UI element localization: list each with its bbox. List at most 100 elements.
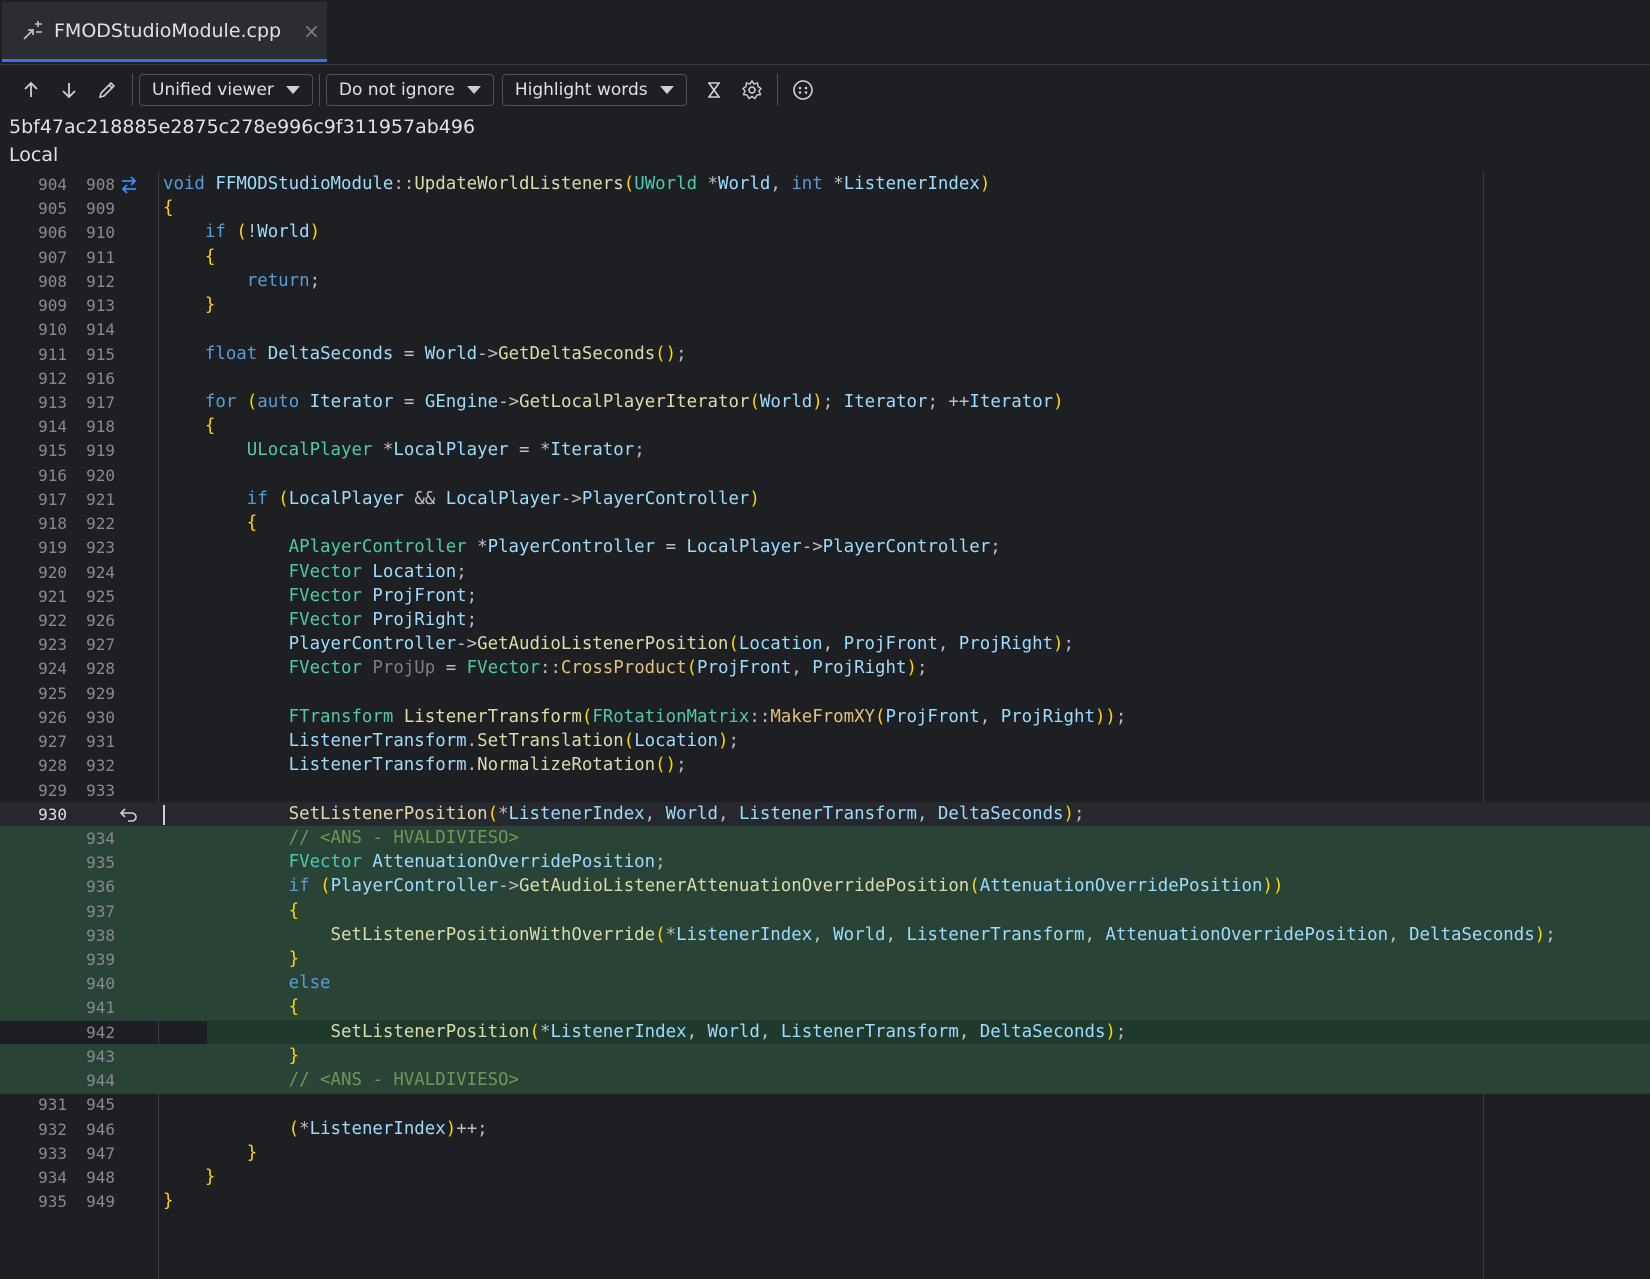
code-line[interactable]: 906 910 if (!World) [0, 220, 1650, 246]
right-line-number: 930 [86, 707, 115, 727]
code-line[interactable]: 941 { [0, 995, 1650, 1021]
code-line[interactable]: 920 924 FVector Location; [0, 560, 1650, 586]
left-line-number: 904 [38, 175, 67, 194]
code-line[interactable]: 909 913 } [0, 293, 1650, 319]
code-line[interactable]: 936 if (PlayerController->GetAudioListen… [0, 874, 1650, 900]
right-line-number: 932 [86, 756, 115, 776]
code-line[interactable]: 923 927 PlayerController->GetAudioListene… [0, 632, 1650, 658]
left-line-number: 915 [38, 441, 67, 461]
settings-button[interactable] [733, 71, 771, 109]
code-line[interactable]: 934 // <ANS - HVALDIVIESO> [0, 825, 1650, 852]
code-text: FTransform ListenerTransform(FRotationMa… [288, 706, 1127, 727]
code-line[interactable]: 905 909 { [0, 196, 1650, 222]
code-line[interactable]: 926 930 FTransform ListenerTransform(FRot… [0, 705, 1650, 731]
right-line-number: 949 [86, 1192, 115, 1212]
code-line[interactable]: 916 920 [0, 463, 1650, 489]
left-line-number: 928 [38, 756, 67, 776]
code-line[interactable]: 915 919 ULocalPlayer *LocalPlayer = *Iter… [0, 438, 1650, 464]
close-icon[interactable]: × [303, 19, 320, 43]
more-options-button[interactable] [784, 71, 822, 109]
left-line-number: 927 [38, 732, 67, 752]
code-line[interactable]: 925 929 [0, 681, 1650, 707]
code-line[interactable]: 937 { [0, 898, 1650, 925]
code-line[interactable]: 908 912 return; [0, 269, 1650, 295]
previous-difference-button[interactable] [12, 71, 50, 109]
code-line[interactable]: 935 949} [0, 1189, 1650, 1215]
code-line[interactable]: 913 917 for (auto Iterator = GEngine->Get… [0, 390, 1650, 416]
next-difference-button[interactable] [50, 71, 88, 109]
right-line-number: 934 [86, 828, 115, 848]
edit-source-button[interactable] [88, 71, 126, 109]
code-text: FVector ProjUp = FVector::CrossProduct(P… [288, 658, 928, 679]
code-text: SetListenerPositionWithOverride(*Listene… [330, 924, 1556, 945]
collapse-icon [707, 82, 720, 98]
code-line[interactable]: 912 916 [0, 366, 1650, 392]
ignore-mode-dropdown[interactable]: Do not ignore [325, 74, 494, 106]
code-text: PlayerController->GetAudioListenerPositi… [288, 634, 1074, 655]
code-line[interactable]: 919 923 APlayerController *PlayerControll… [0, 535, 1650, 561]
viewer-mode-label: Unified viewer [152, 80, 274, 100]
code-line[interactable]: 922 926 FVector ProjRight; [0, 608, 1650, 634]
right-line-number: 925 [86, 586, 115, 606]
file-tab[interactable]: FMODStudioModule.cpp × [2, 2, 327, 62]
swap-sides-icon[interactable] [118, 175, 140, 195]
arrow-up-icon [24, 81, 38, 97]
code-line[interactable]: 911 915 float DeltaSeconds = World->GetDe… [0, 342, 1650, 368]
diff-editor[interactable]: 904 908 void FFMODStudioModule::UpdateWorl… [0, 171, 1650, 1279]
code-line[interactable]: 943 } [0, 1043, 1650, 1070]
code-text: // <ANS - HVALDIVIESO> [288, 1070, 519, 1091]
code-line[interactable]: 904 908 void FFMODStudioModule::UpdateWorl… [0, 172, 1650, 198]
left-line-number: 924 [38, 659, 67, 679]
code-line[interactable]: 940 else [0, 971, 1650, 997]
code-line[interactable]: 928 932 ListenerTransform.NormalizeRotati… [0, 753, 1650, 779]
code-text: SetListenerPosition(*ListenerIndex, Worl… [288, 803, 1085, 824]
code-text: FVector ProjFront; [288, 585, 478, 606]
right-line-number: 938 [86, 925, 115, 945]
left-line-number: 917 [38, 489, 67, 509]
code-line[interactable]: 944 // <ANS - HVALDIVIESO> [0, 1068, 1650, 1094]
right-line-number: 936 [86, 877, 115, 897]
code-line[interactable]: 939 } [0, 947, 1650, 973]
right-line-number: 942 [86, 1022, 115, 1042]
tab-bar: FMODStudioModule.cpp × [0, 0, 1650, 65]
left-line-number: 922 [38, 610, 67, 630]
code-line[interactable]: 931 945 [0, 1092, 1650, 1118]
code-text: if (!World) [204, 222, 321, 243]
right-line-number: 947 [86, 1143, 115, 1163]
code-line[interactable]: 918 922 { [0, 511, 1650, 537]
code-line[interactable]: 938 SetListenerPositionWithOverride(*Lis… [0, 922, 1650, 949]
code-line[interactable]: 935 FVector AttenuationOverridePosition; [0, 850, 1650, 876]
collapse-unchanged-button[interactable] [695, 71, 733, 109]
code-line[interactable]: 924 928 FVector ProjUp = FVector::CrossPr… [0, 656, 1650, 682]
code-line[interactable]: 910 914 [0, 317, 1650, 343]
revert-change-icon[interactable] [118, 805, 140, 825]
left-line-number: 911 [38, 344, 67, 364]
right-line-number: 926 [86, 610, 115, 630]
left-line-number: 923 [38, 635, 67, 655]
code-text: } [246, 1142, 258, 1163]
left-line-number: 925 [38, 683, 67, 703]
left-line-number: 916 [38, 465, 67, 485]
code-line[interactable]: 942 SetListenerPosition(*ListenerIndex, … [0, 1019, 1650, 1046]
code-line[interactable]: 930 SetListenerPosition(*ListenerIndex, … [0, 801, 1650, 828]
code-line[interactable]: 932 946 (*ListenerIndex)++; [0, 1117, 1650, 1143]
code-line[interactable]: 917 921 if (LocalPlayer && LocalPlayer->P… [0, 487, 1650, 513]
right-line-number: 914 [86, 320, 115, 340]
right-line-number: 918 [86, 417, 115, 437]
code-line[interactable]: 914 918 { [0, 414, 1650, 440]
chevron-down-icon [659, 86, 674, 94]
right-line-number: 946 [86, 1119, 115, 1139]
gear-icon [741, 79, 762, 100]
code-line[interactable]: 927 931 ListenerTransform.SetTranslation(… [0, 729, 1650, 755]
code-text: FVector Location; [288, 561, 467, 582]
code-line[interactable]: 921 925 FVector ProjFront; [0, 584, 1650, 610]
code-line[interactable]: 907 911 { [0, 245, 1650, 271]
left-line-number: 910 [38, 320, 67, 340]
code-text: void FFMODStudioModule::UpdateWorldListe… [163, 174, 991, 194]
code-line[interactable]: 934 948 } [0, 1165, 1650, 1191]
code-line[interactable]: 929 933 [0, 778, 1650, 804]
diff-file-icon [20, 18, 46, 44]
code-line[interactable]: 933 947 } [0, 1141, 1650, 1167]
highlight-mode-dropdown[interactable]: Highlight words [501, 74, 687, 106]
viewer-mode-dropdown[interactable]: Unified viewer [139, 74, 313, 106]
